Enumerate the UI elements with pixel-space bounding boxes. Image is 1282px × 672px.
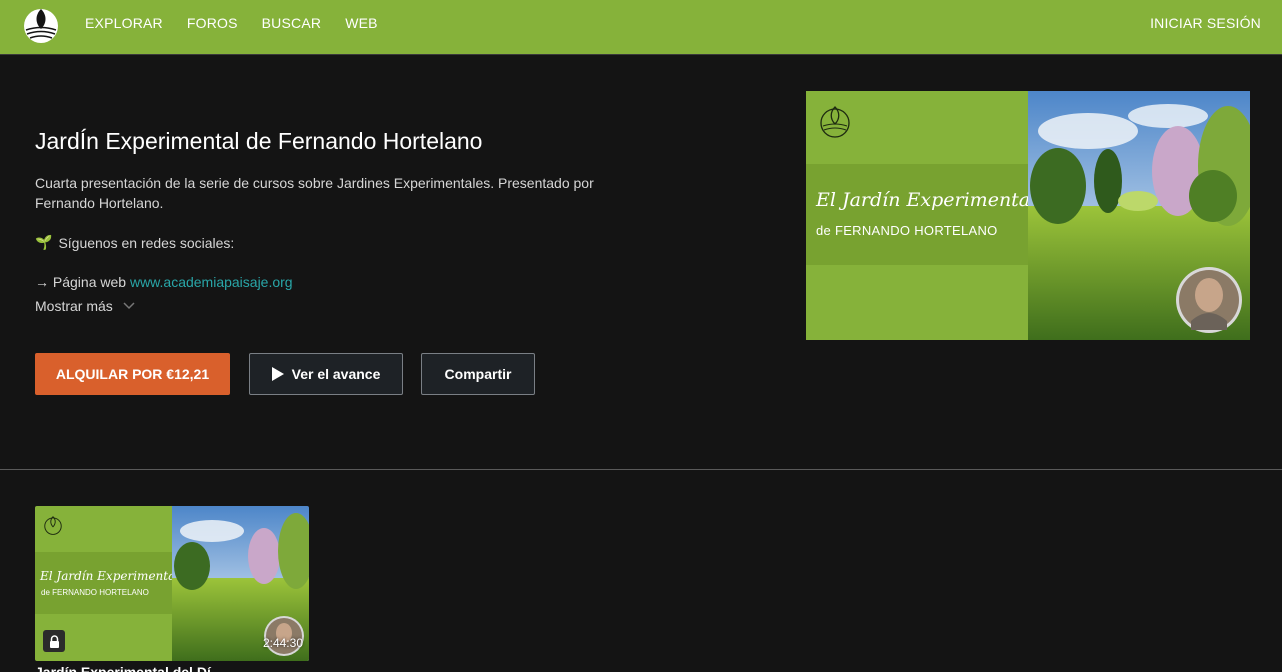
main-nav: EXPLORAR FOROS BUSCAR WEB: [85, 15, 378, 31]
website-prefix: → Página web: [35, 274, 127, 290]
rent-button[interactable]: ALQUILAR POR €12,21: [35, 353, 230, 395]
poster-title: El Jardín Experimental: [816, 189, 1037, 211]
website-link[interactable]: www.academiapaisaje.org: [130, 274, 293, 290]
leaf-logo-icon[interactable]: [22, 3, 60, 45]
nav-web[interactable]: WEB: [345, 15, 378, 31]
show-more-toggle[interactable]: Mostrar más: [35, 298, 135, 314]
login-link[interactable]: INICIAR SESIÓN: [1150, 15, 1261, 31]
poster-subtitle: de FERNANDO HORTELANO: [816, 223, 998, 238]
social-label: Síguenos en redes sociales:: [58, 234, 235, 251]
thumb-title: El Jardín Experimental: [40, 569, 180, 583]
episode-duration: 2:44:30: [262, 636, 303, 650]
episode-thumbnail[interactable]: El Jardín Experimental de FERNANDO HORTE…: [35, 506, 309, 661]
lock-badge: [43, 630, 65, 652]
share-button[interactable]: Compartir: [421, 353, 535, 395]
thumb-title-band: [35, 552, 172, 614]
poster-title-band: [806, 164, 1028, 265]
leaf-logo-icon: [44, 516, 62, 535]
episode-title[interactable]: Jardín Experimental del Dí...: [35, 664, 223, 672]
garden-photo: [1028, 91, 1250, 340]
play-icon: [271, 367, 284, 381]
leaf-logo-icon: [820, 106, 850, 138]
nav-explorar[interactable]: EXPLORAR: [85, 15, 163, 31]
website-line: → Página web www.academiapaisaje.org: [35, 274, 293, 290]
watch-trailer-button[interactable]: Ver el avance: [249, 353, 403, 395]
thumb-subtitle: de FERNANDO HORTELANO: [41, 588, 149, 597]
course-description: Cuarta presentación de la serie de curso…: [35, 175, 594, 211]
course-title: JardÍn Experimental de Fernando Hortelan…: [35, 128, 483, 154]
lock-icon: [49, 634, 59, 648]
social-line: 🌱 Síguenos en redes sociales:: [35, 234, 234, 251]
show-more-label: Mostrar más: [35, 298, 113, 314]
top-navigation-bar: EXPLORAR FOROS BUSCAR WEB INICIAR SESIÓN: [0, 0, 1282, 55]
seedling-icon: 🌱: [35, 234, 53, 250]
nav-foros[interactable]: FOROS: [187, 15, 238, 31]
section-divider: [0, 469, 1282, 470]
chevron-down-icon: [123, 302, 135, 310]
watch-trailer-label: Ver el avance: [291, 366, 381, 382]
nav-buscar[interactable]: BUSCAR: [262, 15, 322, 31]
course-poster: El Jardín Experimental de FERNANDO HORTE…: [806, 91, 1250, 340]
